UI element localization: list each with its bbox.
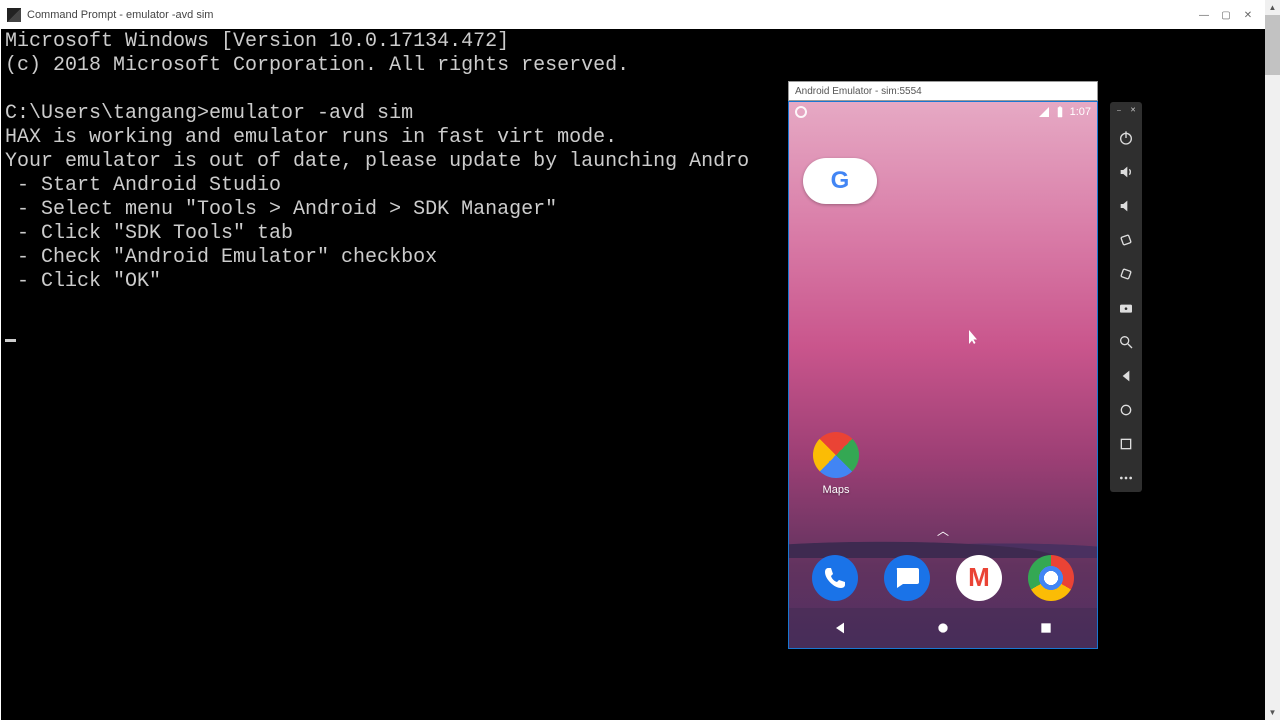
- cmd-line: - Click "SDK Tools" tab: [5, 222, 293, 245]
- cmd-minimize-button[interactable]: —: [1193, 7, 1215, 23]
- maps-icon: [813, 432, 859, 478]
- cmd-close-button[interactable]: ✕: [1237, 7, 1259, 23]
- cmd-line: - Select menu "Tools > Android > SDK Man…: [5, 198, 557, 221]
- nav-back-button[interactable]: [832, 620, 848, 636]
- cmd-title: Command Prompt - emulator -avd sim: [27, 9, 213, 21]
- emulator-screen[interactable]: 1:07 G Maps ︿ M: [788, 101, 1098, 649]
- scroll-up-arrow-icon[interactable]: ▲: [1265, 0, 1280, 15]
- gmail-app[interactable]: M: [956, 555, 1002, 601]
- status-notification-icon: [795, 106, 807, 118]
- rotate-right-button[interactable]: [1116, 264, 1136, 284]
- status-clock: 1:07: [1070, 106, 1091, 118]
- emulator-title: Android Emulator - sim:5554: [795, 86, 922, 97]
- messages-app[interactable]: [884, 555, 930, 601]
- cmd-maximize-button[interactable]: ▢: [1215, 7, 1237, 23]
- google-search-widget[interactable]: G: [803, 158, 877, 204]
- chrome-app[interactable]: [1028, 555, 1074, 601]
- maps-app-shortcut[interactable]: Maps: [803, 432, 869, 496]
- phone-app[interactable]: [812, 555, 858, 601]
- dock: M: [789, 548, 1097, 608]
- volume-down-button[interactable]: [1116, 196, 1136, 216]
- android-status-bar[interactable]: 1:07: [789, 102, 1097, 122]
- scrollbar-thumb[interactable]: [1265, 15, 1280, 75]
- toolbar-more-button[interactable]: [1116, 468, 1136, 488]
- emulator-close-button[interactable]: ✕: [1129, 106, 1137, 114]
- android-nav-bar: [789, 608, 1097, 648]
- scroll-down-arrow-icon[interactable]: ▼: [1265, 705, 1280, 720]
- cmd-line: HAX is working and emulator runs in fast…: [5, 126, 617, 149]
- volume-up-button[interactable]: [1116, 162, 1136, 182]
- android-emulator-window: Android Emulator - sim:5554 1:07 G Maps …: [788, 81, 1098, 649]
- power-button[interactable]: [1116, 128, 1136, 148]
- battery-icon: [1054, 106, 1066, 118]
- cmd-cursor: [5, 339, 16, 342]
- screenshot-button[interactable]: [1116, 298, 1136, 318]
- signal-icon: [1038, 106, 1050, 118]
- page-scrollbar[interactable]: ▲ ▼: [1265, 0, 1280, 720]
- cmd-line: - Check "Android Emulator" checkbox: [5, 246, 437, 269]
- zoom-button[interactable]: [1116, 332, 1136, 352]
- emulator-toolbar: – ✕: [1110, 102, 1142, 492]
- cmd-line: Microsoft Windows [Version 10.0.17134.47…: [5, 30, 509, 53]
- cmd-line: - Start Android Studio: [5, 174, 281, 197]
- gmail-m-icon: M: [968, 562, 990, 593]
- cmd-line: (c) 2018 Microsoft Corporation. All righ…: [5, 54, 629, 77]
- emulator-minimize-button[interactable]: –: [1115, 106, 1123, 114]
- cmd-line: C:\Users\tangang>emulator -avd sim: [5, 102, 413, 125]
- toolbar-overview-button[interactable]: [1116, 434, 1136, 454]
- nav-home-button[interactable]: [935, 620, 951, 636]
- toolbar-back-button[interactable]: [1116, 366, 1136, 386]
- google-logo-icon: G: [831, 167, 850, 195]
- emulator-titlebar[interactable]: Android Emulator - sim:5554: [788, 81, 1098, 101]
- toolbar-home-button[interactable]: [1116, 400, 1136, 420]
- nav-overview-button[interactable]: [1038, 620, 1054, 636]
- cmd-line: - Click "OK": [5, 270, 161, 293]
- cmd-titlebar[interactable]: Command Prompt - emulator -avd sim — ▢ ✕: [1, 1, 1265, 29]
- cmd-icon: [7, 8, 21, 22]
- cmd-line: Your emulator is out of date, please upd…: [5, 150, 749, 173]
- rotate-left-button[interactable]: [1116, 230, 1136, 250]
- maps-label: Maps: [803, 484, 869, 496]
